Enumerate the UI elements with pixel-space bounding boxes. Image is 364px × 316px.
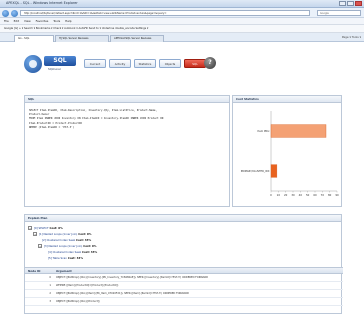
x-tick-label: 40 [299,193,303,197]
plan-node-label: [0] SELECT [33,226,49,230]
table-header: Node ID Argument [25,267,343,274]
x-tick-label: 70 [321,193,325,197]
x-tick-label: 80 [328,193,332,197]
plan-node[interactable]: [5] Table Scan Cost: 34% [28,255,97,261]
menu-tools[interactable]: Tools [53,18,60,25]
plan-node-cost: Cost: 0% [83,244,97,248]
page-tools-menu[interactable]: Page ▾ Tools ▾ [342,34,361,41]
maximize-button[interactable] [347,1,354,6]
cost-panel-title: Cost Statistics [233,96,341,103]
table-row: 3 OBJECT:([PetShop].[dbo].[Product]) [25,298,343,306]
category-label: PRIMARY/CLUSTER_IDX [241,169,270,173]
search-input[interactable]: Google [317,10,361,16]
cost-chart: 0 10 20 30 40 50 60 70 80 90 Item PRIx PRIMARY/CLUS… [241,111,339,197]
app-logo: SQL Tuner SQLtuner [24,54,76,74]
minimize-button[interactable] [339,1,346,6]
expand-icon[interactable]: − [28,226,32,230]
tab-sql-server-reviews[interactable]: HJ SQL Server Reviews [55,34,109,42]
x-tick-label: 90 [335,193,339,197]
logo-name: SQL Tuner [44,56,76,74]
row-argument: OBJECT:([PetShop].[dbo].[Inventory].[PK_… [56,276,209,279]
tab-apex-sql-server-reviews[interactable]: APEXxsCSQL Server Reviews [110,34,164,42]
row-argument: WHERE:([Item].[ProductId]=[Product].[Pro… [56,284,119,287]
menu-favorites[interactable]: Favorites [36,18,49,25]
x-tick-label: 30 [291,193,295,197]
table-row: 2 OBJECT:([PetShop].[dbo].[Item].[PK_Ite… [25,290,343,298]
app-header: SQL Tuner SQLtuner Current Activity Stat… [24,54,354,74]
table-row: 1 WHERE:([Item].[ProductId]=[Product].[P… [25,282,343,290]
plan-panel-title: Explain Plan [25,215,341,222]
nav-current-button[interactable]: Current [84,59,106,68]
x-tick-label: 60 [313,193,317,197]
menu-view[interactable]: View [24,18,31,25]
menu-help[interactable]: Help [65,18,71,25]
plan-node-cost: Cost: 0% [78,232,92,236]
plan-argument-table: Node ID Argument 0 OBJECT:([PetShop].[db… [25,267,343,306]
close-button[interactable] [355,1,362,6]
row-node-id: 1 [49,284,51,287]
x-tick-label: 20 [284,193,288,197]
forward-icon[interactable] [11,9,18,17]
back-icon[interactable] [2,9,9,17]
row-argument: OBJECT:([PetShop].[dbo].[Product]) [56,300,100,303]
address-bar: http://localhost/Sqltuner/default.aspx?d… [0,8,364,18]
plan-node-label: [1] Nested Loops (Inner Join) [38,232,78,236]
nav-statistics-button[interactable]: Statistics [134,59,156,68]
plan-node-cost: Cost: 33% [82,250,98,254]
row-node-id: 2 [49,292,51,295]
logo-icon [24,55,42,73]
nav-objects-button[interactable]: Objects [159,59,181,68]
logo-subtitle: SQLtuner [48,67,62,71]
plan-node-cost: Cost: 34% [67,256,84,260]
plan-node-label: [2] Clustered Index Seek [42,238,76,242]
address-input[interactable]: http://localhost/Sqltuner/default.aspx?d… [20,10,310,16]
menu-file[interactable]: File [4,18,9,25]
sql-panel-title: SQL [25,96,229,103]
browser-tabs: Go - SQL HJ SQL Server Reviews APEXxsCSQ… [0,33,364,42]
x-tick-label: 0 [270,193,272,197]
expand-icon[interactable]: − [33,232,37,236]
bar [270,124,327,138]
window-controls [339,1,362,6]
app-nav: Current Activity Statistics Objects SQL [84,59,206,68]
row-argument: OBJECT:([PetShop].[dbo].[Item].[PK_Item_… [56,292,189,295]
plan-node-cost: Cost: 0% [49,226,63,230]
tab-go-sql[interactable]: Go - SQL [14,34,54,42]
menu-edit[interactable]: Edit [14,18,19,25]
google-toolbar[interactable]: Google [G] + ▾ Search ▾ Bookmarks ▾ Chec… [0,25,364,33]
plan-node-cost: Cost: 33% [76,238,92,242]
help-icon[interactable]: ? [204,57,216,69]
window-titlebar: APEXQL - SQL - Windows Internet Explorer [0,0,364,8]
row-node-id: 3 [49,300,51,303]
row-node-id: 0 [49,276,51,279]
google-toolbar-text[interactable]: Google [G] + ▾ Search ▾ Bookmarks ▾ Chec… [4,27,148,30]
window-title: APEXQL - SQL - Windows Internet Explorer [6,1,78,5]
table-row: 0 OBJECT:([PetShop].[dbo].[Inventory].[P… [25,274,343,282]
cost-panel: Cost Statistics 0 10 20 30 40 50 60 70 80 90 Item … [232,95,342,207]
plan-tree: − [0] SELECT Cost: 0% − [1] Nested Loops… [28,225,97,261]
x-tick-label: 10 [277,193,281,197]
plan-panel: Explain Plan − [0] SELECT Cost: 0% − [1]… [24,214,343,314]
nav-sql-button[interactable]: SQL [184,59,206,68]
nav-activity-button[interactable]: Activity [109,59,131,68]
sql-query-text: SELECT Item.ItemID, Item.Description, In… [29,109,164,129]
bar [270,164,278,178]
category-label: Item PRIx [258,129,270,133]
plan-node-label: [3] Nested Loops (Inner Join) [43,244,83,248]
menu-bar: File Edit View Favorites Tools Help [0,18,364,25]
expand-icon[interactable]: − [38,244,42,248]
x-tick-label: 50 [306,193,310,197]
page-content: SQL Tuner SQLtuner Current Activity Stat… [0,42,364,316]
plan-node-label: [5] Table Scan [48,256,67,260]
sql-panel: SQL SELECT Item.ItemID, Item.Description… [24,95,230,207]
plan-node-label: [4] Clustered Index Seek [48,250,82,254]
